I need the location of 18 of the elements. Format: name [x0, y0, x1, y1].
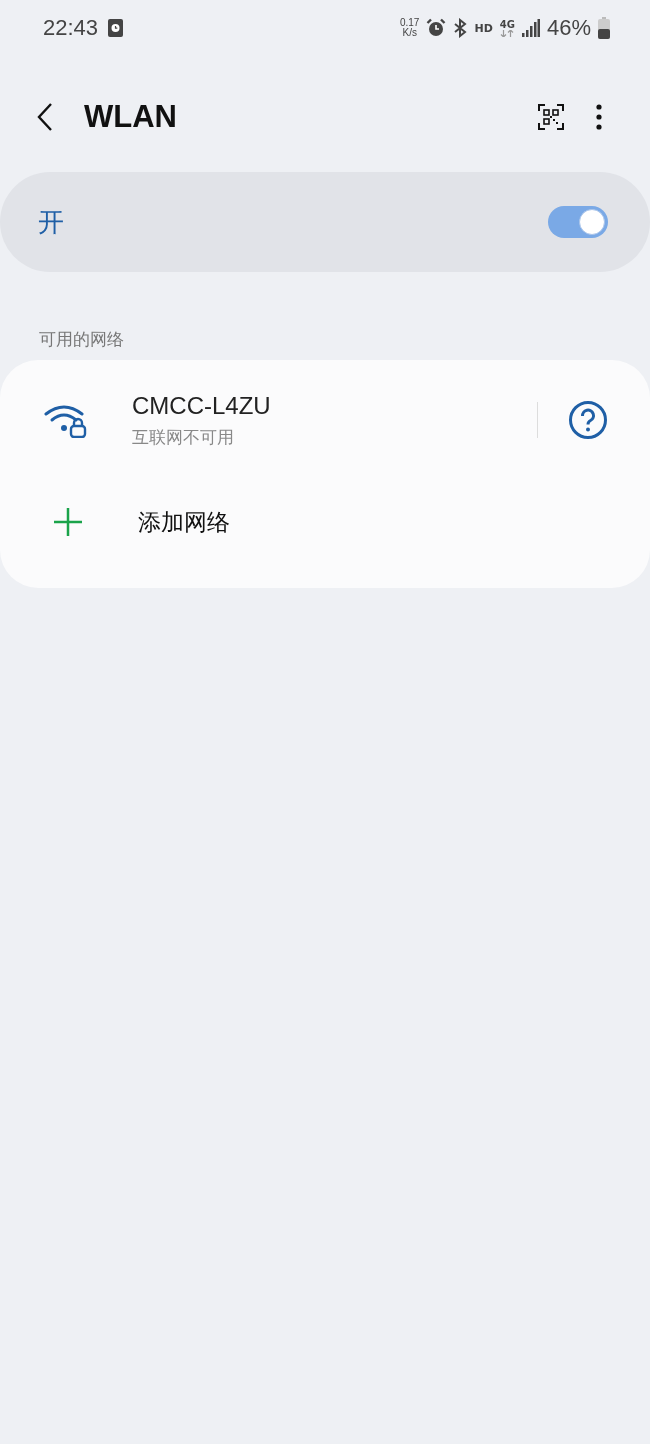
network-item[interactable]: CMCC-L4ZU 互联网不可用 — [132, 391, 537, 449]
notification-icon — [108, 19, 124, 37]
plus-icon — [52, 506, 84, 538]
more-icon — [596, 104, 602, 130]
battery-icon — [598, 17, 610, 39]
add-network-button[interactable]: 添加网络 — [0, 472, 230, 572]
wlan-toggle[interactable] — [548, 206, 608, 238]
status-time: 22:43 — [43, 15, 99, 41]
hd-label: HD — [474, 21, 493, 35]
page-title: WLAN — [84, 99, 177, 135]
alarm-icon — [426, 18, 447, 38]
battery-percent: 46% — [546, 15, 591, 41]
mobile-data-indicator: 4G — [499, 19, 515, 37]
switch-label: 开 — [38, 205, 64, 239]
section-title: 可用的网络 — [39, 328, 125, 351]
signal-icon — [521, 19, 540, 37]
network-speed: 0.17 K/s — [399, 18, 420, 38]
bluetooth-icon — [453, 18, 468, 38]
